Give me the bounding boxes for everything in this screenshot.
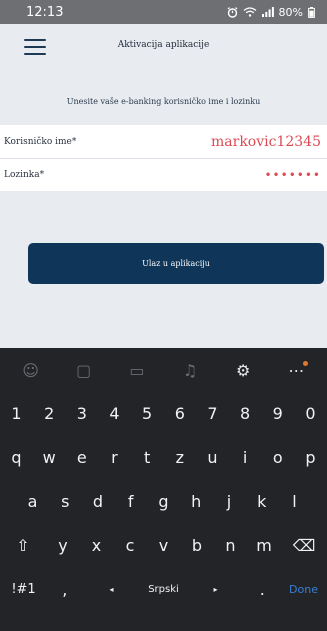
language-label: Srpski [148, 583, 179, 595]
key-g[interactable]: g [148, 481, 179, 521]
number-row: 1 2 3 4 5 6 7 8 9 0 [0, 393, 327, 433]
key-i[interactable]: i [230, 437, 261, 477]
key-y[interactable]: y [48, 525, 79, 565]
key-b[interactable]: b [182, 525, 213, 565]
login-button[interactable]: Ulaz u aplikaciju [28, 243, 324, 284]
key-q[interactable]: q [1, 437, 32, 477]
sticker-icon[interactable]: ▢ [70, 357, 98, 385]
key-r[interactable]: r [99, 437, 130, 477]
login-instruction: Unesite vaše e-banking korisničko ime i … [66, 97, 261, 106]
username-field[interactable]: Korisničko ime* markovic12345 [0, 125, 327, 158]
key-p[interactable]: p [295, 437, 326, 477]
key-n[interactable]: n [215, 525, 246, 565]
key-v[interactable]: v [148, 525, 179, 565]
page-title: Aktivacija aplikacije [117, 40, 210, 50]
settings-icon[interactable]: ⚙ [229, 357, 257, 385]
key-2[interactable]: 2 [34, 393, 65, 433]
key-f[interactable]: f [115, 481, 146, 521]
key-h[interactable]: h [181, 481, 212, 521]
signal-icon [261, 7, 274, 17]
key-4[interactable]: 4 [99, 393, 130, 433]
key-0[interactable]: 0 [295, 393, 326, 433]
comma-key[interactable]: , [49, 569, 81, 609]
key-3[interactable]: 3 [66, 393, 97, 433]
key-j[interactable]: j [214, 481, 245, 521]
login-form: Korisničko ime* markovic12345 Lozinka* •… [0, 125, 327, 191]
language-right-icon: ▸ [213, 584, 218, 594]
key-8[interactable]: 8 [230, 393, 261, 433]
shift-key[interactable]: ⇧ [1, 525, 45, 565]
more-glyph: ⋯ [288, 361, 305, 380]
done-key[interactable]: Done [281, 569, 326, 609]
key-s[interactable]: s [50, 481, 81, 521]
emoji-icon[interactable]: ☺ [17, 357, 45, 385]
key-o[interactable]: o [262, 437, 293, 477]
letter-row-bottom: ⇧ y x c v b n m ⌫ [0, 525, 327, 565]
key-a[interactable]: a [17, 481, 48, 521]
key-d[interactable]: d [83, 481, 114, 521]
letter-row-top: q w e r t z u i o p [0, 437, 327, 477]
key-x[interactable]: x [81, 525, 112, 565]
wifi-icon [243, 7, 256, 17]
symbols-key[interactable]: !#1 [1, 569, 46, 609]
battery-percent: 80% [278, 5, 303, 19]
username-input[interactable]: markovic12345 [211, 134, 321, 150]
notification-dot [303, 360, 309, 366]
microphone-icon[interactable]: ♫ [176, 357, 204, 385]
key-1[interactable]: 1 [1, 393, 32, 433]
key-m[interactable]: m [249, 525, 280, 565]
password-field[interactable]: Lozinka* ••••••• [0, 158, 327, 191]
key-l[interactable]: l [279, 481, 310, 521]
language-left-icon: ◂ [109, 584, 114, 594]
key-z[interactable]: z [164, 437, 195, 477]
key-6[interactable]: 6 [164, 393, 195, 433]
battery-icon [308, 6, 315, 18]
key-e[interactable]: e [66, 437, 97, 477]
gif-icon[interactable]: ▭ [123, 357, 151, 385]
password-label: Lozinka* [4, 170, 45, 180]
period-key[interactable]: . [246, 569, 278, 609]
key-7[interactable]: 7 [197, 393, 228, 433]
letter-row-middle: a s d f g h j k l [0, 481, 327, 521]
key-t[interactable]: t [132, 437, 163, 477]
status-bar: 12:13 80% [0, 0, 327, 24]
status-time: 12:13 [26, 4, 64, 20]
more-icon[interactable]: ⋯ [282, 357, 310, 385]
on-screen-keyboard: ☺ ▢ ▭ ♫ ⚙ ⋯ 1 2 3 4 5 6 7 8 9 0 q w e r … [0, 348, 327, 631]
username-label: Korisničko ime* [4, 136, 77, 147]
function-row: !#1 , ◂ Srpski ▸ . Done [0, 569, 327, 609]
space-key[interactable]: ◂ Srpski ▸ [84, 569, 244, 609]
key-w[interactable]: w [34, 437, 65, 477]
backspace-key[interactable]: ⌫ [282, 525, 326, 565]
key-9[interactable]: 9 [262, 393, 293, 433]
status-icons: 80% [227, 6, 315, 19]
keyboard-toolbar: ☺ ▢ ▭ ♫ ⚙ ⋯ [0, 348, 327, 393]
key-k[interactable]: k [246, 481, 277, 521]
key-5[interactable]: 5 [132, 393, 163, 433]
key-u[interactable]: u [197, 437, 228, 477]
alarm-icon [227, 6, 237, 18]
password-input[interactable]: ••••••• [264, 168, 321, 182]
app-bar: Aktivacija aplikacije [0, 24, 327, 71]
key-c[interactable]: c [115, 525, 146, 565]
